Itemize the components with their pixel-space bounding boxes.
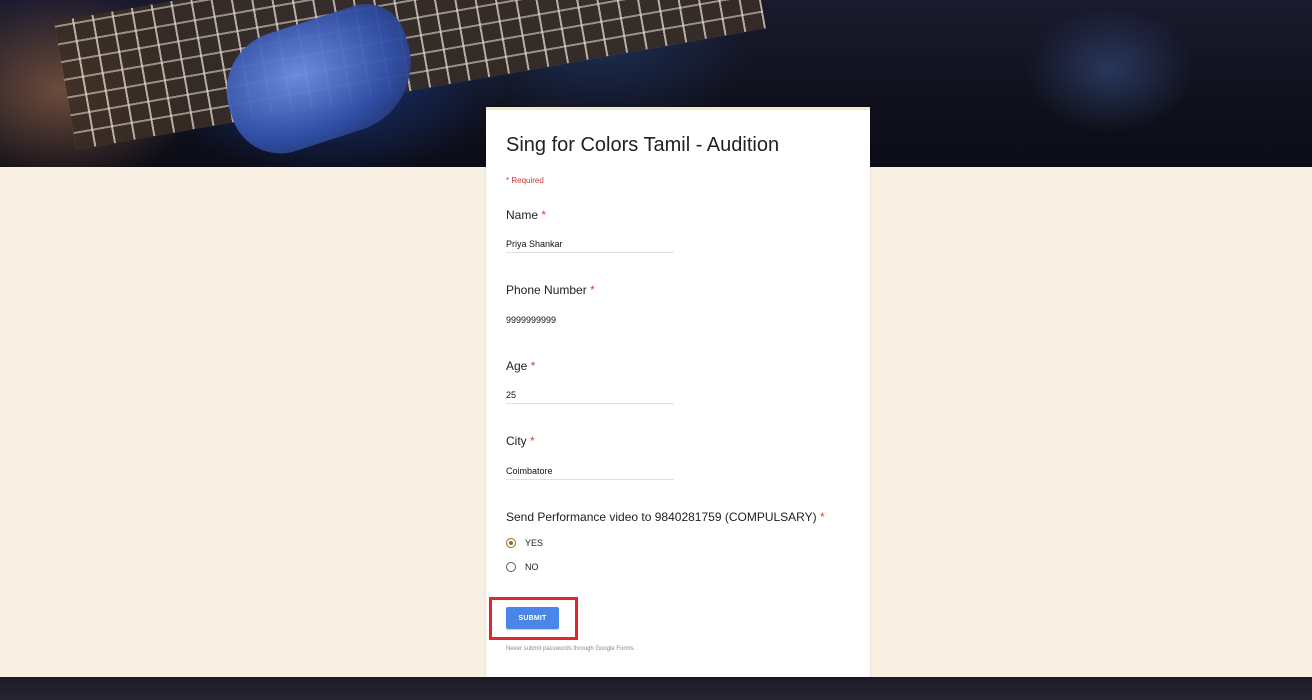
form-card: Sing for Colors Tamil - Audition * Requi… xyxy=(486,107,870,677)
phone-input[interactable]: 9999999999 xyxy=(506,315,674,328)
radio-option-yes-label: YES xyxy=(525,538,544,548)
question-age-label: Age * xyxy=(506,359,535,373)
question-video-label: Send Performance video to 9840281759 (CO… xyxy=(506,510,825,524)
bottom-background-band xyxy=(0,677,1312,700)
question-video-text: Send Performance video to 9840281759 (CO… xyxy=(506,510,817,524)
question-name-label: Name * xyxy=(506,208,546,222)
radio-option-yes[interactable]: YES xyxy=(506,536,543,550)
required-asterisk: * xyxy=(541,208,547,222)
form-title: Sing for Colors Tamil - Audition xyxy=(506,134,780,156)
required-asterisk: * xyxy=(819,510,825,524)
required-asterisk: * xyxy=(530,359,536,373)
footer-note: Never submit passwords through Google Fo… xyxy=(506,646,636,652)
required-note: * Required xyxy=(506,176,544,185)
question-city-text: City xyxy=(506,434,527,448)
radio-checked-icon[interactable] xyxy=(506,538,516,548)
radio-option-no[interactable]: NO xyxy=(506,560,539,574)
question-phone-text: Phone Number xyxy=(506,283,587,297)
name-input[interactable]: Priya Shankar xyxy=(506,239,674,253)
radio-option-no-label: NO xyxy=(525,562,539,572)
question-phone-label: Phone Number * xyxy=(506,283,595,297)
question-city-label: City * xyxy=(506,434,535,448)
required-asterisk: * xyxy=(590,283,595,297)
required-asterisk: * xyxy=(530,434,535,448)
page: Sing for Colors Tamil - Audition * Requi… xyxy=(0,0,1312,700)
radio-unchecked-icon[interactable] xyxy=(506,562,516,572)
submit-button[interactable]: SUBMIT xyxy=(506,607,559,629)
age-input[interactable]: 25 xyxy=(506,390,674,404)
city-input[interactable]: Coimbatore xyxy=(506,466,674,480)
question-name-text: Name xyxy=(506,208,539,222)
question-age-text: Age xyxy=(506,359,528,373)
